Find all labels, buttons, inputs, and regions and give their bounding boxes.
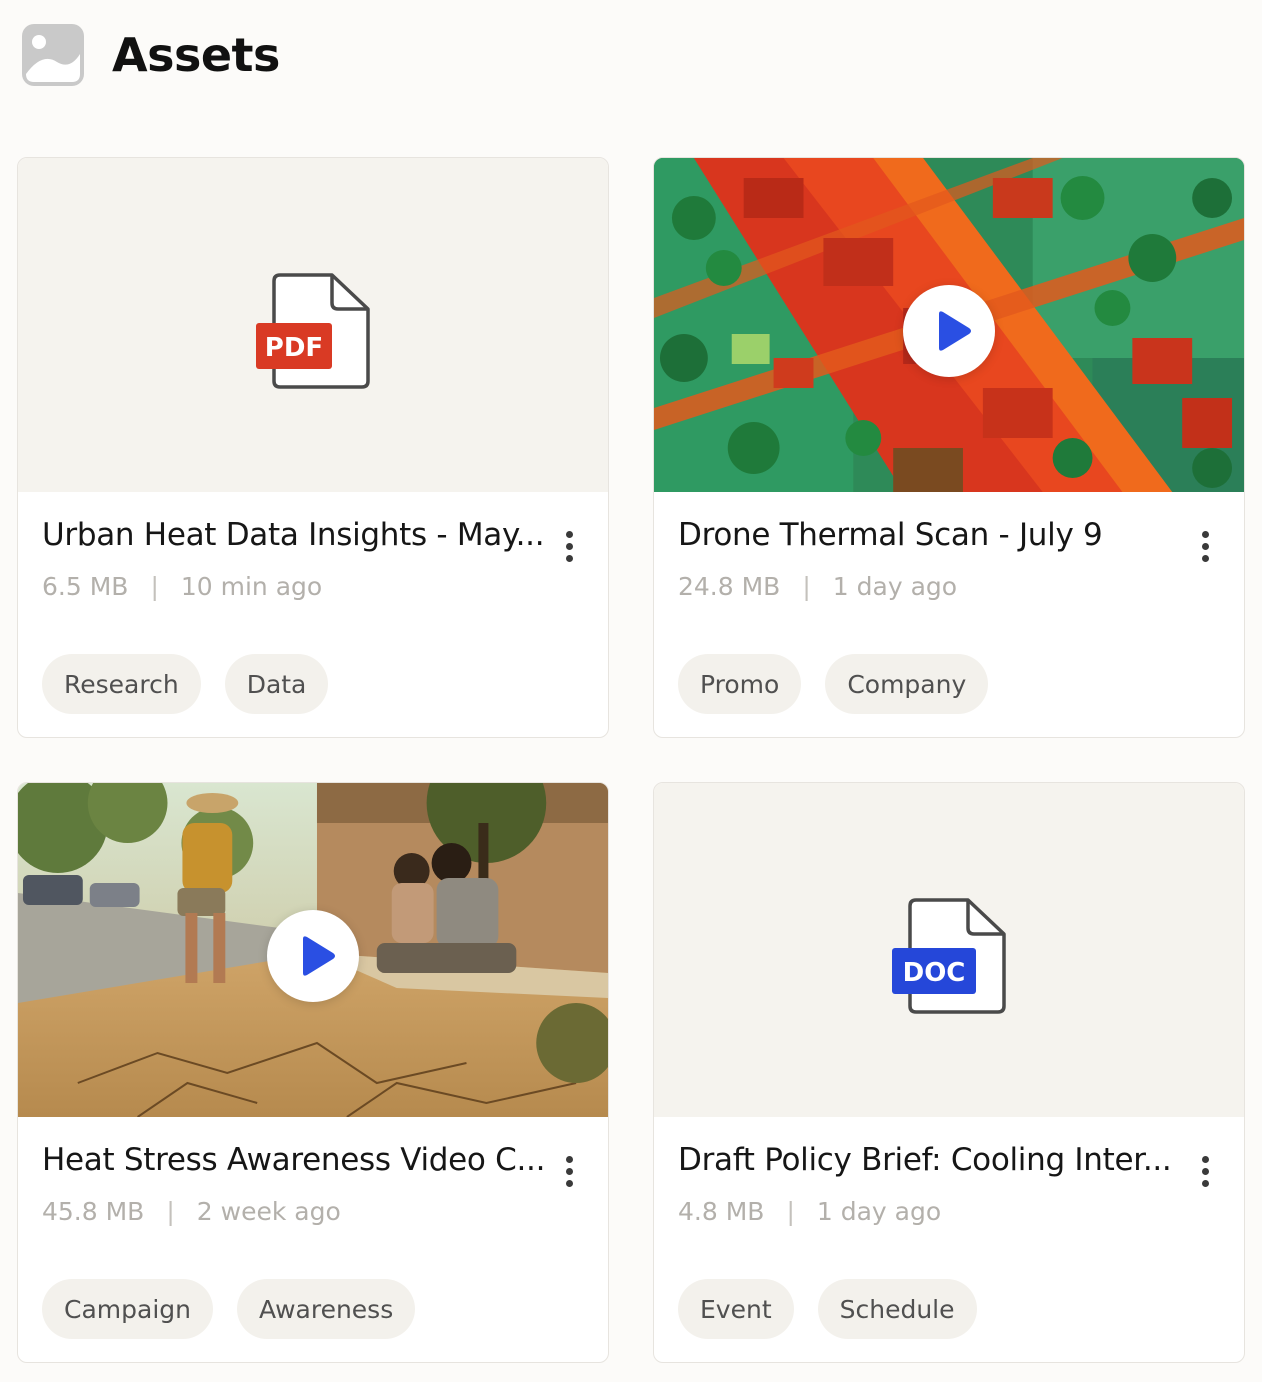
asset-meta: 24.8 MB | 1 day ago — [678, 572, 957, 601]
file-type-badge: DOC — [903, 958, 966, 988]
meta-separator: | — [150, 572, 159, 601]
doc-file-icon: DOC — [892, 898, 1006, 1014]
asset-meta: 45.8 MB | 2 week ago — [42, 1197, 341, 1226]
asset-thumbnail[interactable]: PDF — [18, 158, 608, 492]
tag-chip[interactable]: Schedule — [817, 1279, 977, 1339]
tag-chip[interactable]: Event — [678, 1279, 794, 1339]
play-button[interactable] — [267, 910, 359, 1002]
asset-card[interactable]: DOC Draft Policy Brief: Cooling Inter...… — [653, 782, 1245, 1363]
more-options-icon[interactable] — [558, 526, 580, 566]
tag-list: Promo Company — [678, 654, 989, 714]
asset-thumbnail[interactable] — [654, 158, 1244, 492]
tag-chip[interactable]: Data — [224, 654, 329, 714]
modified-time: 10 min ago — [180, 572, 323, 601]
asset-title: Draft Policy Brief: Cooling Inter... — [678, 1142, 1172, 1178]
file-size: 45.8 MB — [42, 1197, 145, 1226]
page-header: Assets — [22, 24, 280, 86]
asset-card[interactable]: Drone Thermal Scan - July 9 24.8 MB | 1 … — [653, 157, 1245, 738]
tag-chip[interactable]: Awareness — [236, 1279, 416, 1339]
tag-list: Event Schedule — [678, 1279, 977, 1339]
modified-time: 1 day ago — [816, 1197, 942, 1226]
asset-title: Urban Heat Data Insights - May... — [42, 517, 545, 553]
meta-separator: | — [166, 1197, 175, 1226]
asset-title: Drone Thermal Scan - July 9 — [678, 517, 1103, 553]
file-size: 6.5 MB — [42, 572, 129, 601]
asset-thumbnail[interactable] — [18, 783, 608, 1117]
play-icon — [939, 311, 971, 351]
more-options-icon[interactable] — [1194, 526, 1216, 566]
more-options-icon[interactable] — [558, 1151, 580, 1191]
asset-meta: 4.8 MB | 1 day ago — [678, 1197, 941, 1226]
more-options-icon[interactable] — [1194, 1151, 1216, 1191]
file-size: 24.8 MB — [678, 572, 781, 601]
file-size: 4.8 MB — [678, 1197, 765, 1226]
asset-meta: 6.5 MB | 10 min ago — [42, 572, 322, 601]
asset-card[interactable]: Heat Stress Awareness Video C... 45.8 MB… — [17, 782, 609, 1363]
tag-chip[interactable]: Research — [42, 654, 201, 714]
page-title: Assets — [112, 28, 280, 82]
file-type-badge: PDF — [265, 333, 323, 363]
pdf-file-icon: PDF — [256, 273, 370, 389]
tag-chip[interactable]: Campaign — [42, 1279, 213, 1339]
meta-separator: | — [802, 572, 811, 601]
meta-separator: | — [786, 1197, 795, 1226]
asset-title: Heat Stress Awareness Video C... — [42, 1142, 546, 1178]
image-icon — [22, 24, 84, 86]
asset-thumbnail[interactable]: DOC — [654, 783, 1244, 1117]
modified-time: 2 week ago — [196, 1197, 341, 1226]
tag-list: Research Data — [42, 654, 329, 714]
modified-time: 1 day ago — [832, 572, 958, 601]
play-button[interactable] — [903, 285, 995, 377]
tag-chip[interactable]: Promo — [678, 654, 802, 714]
tag-list: Campaign Awareness — [42, 1279, 416, 1339]
asset-card[interactable]: PDF Urban Heat Data Insights - May... 6.… — [17, 157, 609, 738]
play-icon — [303, 936, 335, 976]
tag-chip[interactable]: Company — [825, 654, 989, 714]
